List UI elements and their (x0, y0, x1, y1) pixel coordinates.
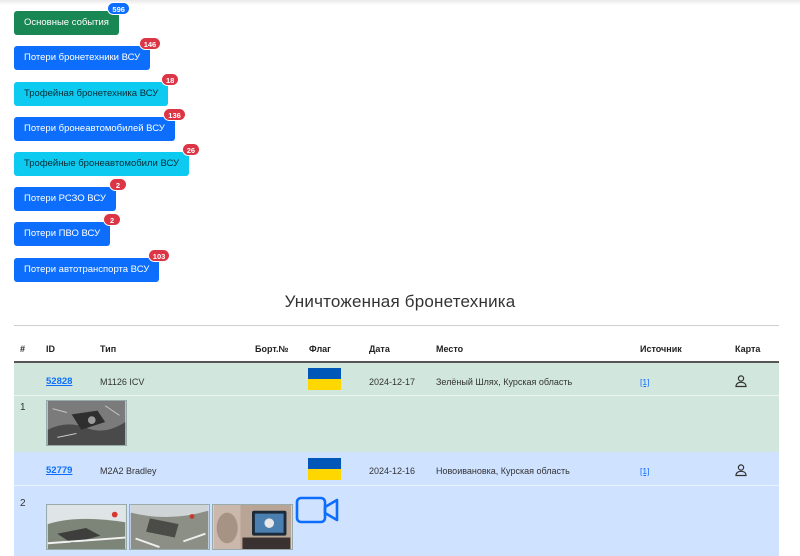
filter-button-armor-losses[interactable]: Потери бронетехники ВСУ 146 (14, 37, 162, 70)
row-divider (14, 395, 779, 396)
count-badge: 103 (147, 249, 171, 262)
row-date: 2024-12-17 (369, 377, 416, 387)
row-type: M2A2 Bradley (100, 466, 157, 476)
count-badge: 26 (181, 143, 201, 156)
video-camera-icon[interactable] (295, 495, 339, 525)
filter-button-captured-armored-cars[interactable]: Трофейные бронеавтомобили ВСУ 26 (14, 143, 201, 176)
table-row: 2 52779 M2A2 Bradley 2024-12-16 Новоиван… (14, 452, 779, 556)
row-type: M1126 ICV (100, 377, 145, 387)
button-label: Потери РСЗО ВСУ (24, 193, 106, 204)
filter-button-captured-armor[interactable]: Трофейная бронетехника ВСУ 18 (14, 73, 180, 106)
button-label: Трофейная бронетехника ВСУ (24, 88, 159, 99)
row-id-link[interactable]: 52779 (46, 465, 72, 476)
count-badge: 136 (163, 108, 186, 121)
button-label: Потери бронеавтомобилей ВСУ (24, 123, 165, 134)
header-date: Дата (369, 344, 390, 354)
row-place: Зелёный Шлях, Курская область (436, 377, 573, 387)
section-title: Уничтоженная бронетехника (284, 292, 516, 311)
header-id: ID (46, 344, 55, 354)
header-source: Источник (640, 344, 682, 354)
button-label: Потери бронетехники ВСУ (24, 52, 141, 63)
vehicle-photo-thumbnail[interactable] (129, 504, 210, 550)
count-badge: 18 (160, 73, 180, 86)
vehicle-photo-thumbnail[interactable] (212, 504, 293, 550)
header-map: Карта (735, 344, 761, 354)
row-id-link[interactable]: 52828 (46, 376, 72, 387)
row-place: Новоивановка, Курская область (436, 466, 570, 476)
vehicle-photo-thumbnail[interactable] (46, 400, 127, 446)
filter-button-vehicle-losses[interactable]: Потери автотранспорта ВСУ 103 (14, 249, 171, 282)
button-label: Трофейные бронеавтомобили ВСУ (24, 158, 180, 169)
count-badge: 2 (108, 178, 127, 191)
ukraine-flag-icon (308, 458, 341, 480)
row-number: 2 (20, 498, 26, 509)
count-badge: 596 (107, 2, 130, 15)
header-place: Место (436, 344, 464, 354)
count-badge: 2 (103, 213, 122, 226)
ukraine-flag-icon (308, 368, 341, 390)
row-number: 1 (20, 402, 26, 413)
header-num: # (20, 344, 26, 354)
person-pin-icon[interactable] (734, 463, 748, 477)
button-label: Потери ПВО ВСУ (24, 228, 101, 239)
filter-button-main-events[interactable]: Основные события 596 (14, 2, 130, 35)
table-row: 1 52828 M1126 ICV 2024-12-17 Зелёный Шля… (14, 363, 779, 452)
losses-table: # ID Тип Борт.№ Флаг Дата Место Источник… (14, 325, 779, 363)
person-pin-icon[interactable] (734, 374, 748, 388)
filter-button-air-defense-losses[interactable]: Потери ПВО ВСУ 2 (14, 213, 122, 246)
button-label: Основные события (24, 17, 109, 28)
header-flag: Флаг (309, 344, 331, 354)
button-label: Потери автотранспорта ВСУ (24, 264, 150, 275)
filter-button-mlrs-losses[interactable]: Потери РСЗО ВСУ 2 (14, 178, 127, 211)
header-board-number: Борт.№ (255, 344, 289, 354)
vehicle-photo-thumbnail[interactable] (46, 504, 127, 550)
table-header: # ID Тип Борт.№ Флаг Дата Место Источник… (14, 326, 779, 363)
header-type: Тип (100, 344, 117, 354)
row-source-link[interactable]: [1] (640, 466, 649, 476)
row-divider (14, 485, 779, 486)
filter-button-armored-car-losses[interactable]: Потери бронеавтомобилей ВСУ 136 (14, 108, 186, 141)
row-date: 2024-12-16 (369, 466, 416, 476)
row-source-link[interactable]: [1] (640, 377, 649, 387)
count-badge: 146 (138, 37, 162, 50)
